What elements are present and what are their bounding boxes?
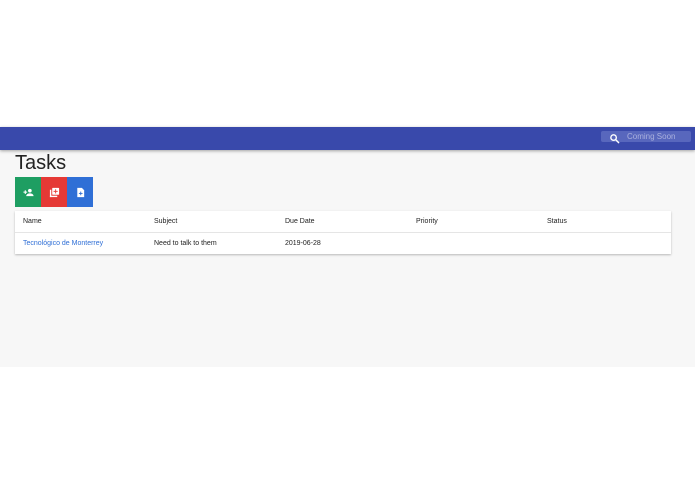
column-header-due-date[interactable]: Due Date bbox=[285, 211, 315, 232]
column-header-subject[interactable]: Subject bbox=[154, 211, 177, 232]
search-icon[interactable] bbox=[609, 131, 621, 144]
search-input[interactable] bbox=[627, 131, 689, 142]
add-document-button[interactable] bbox=[67, 177, 93, 207]
task-subject: Need to talk to them bbox=[154, 240, 217, 247]
top-app-bar bbox=[0, 127, 695, 150]
add-to-library-icon bbox=[49, 187, 59, 197]
page-title: Tasks bbox=[15, 152, 67, 174]
tasks-table: Name Subject Due Date Priority Status Te… bbox=[15, 211, 671, 254]
action-toolbar bbox=[15, 177, 93, 207]
add-document-icon bbox=[76, 187, 84, 197]
add-to-library-button[interactable] bbox=[41, 177, 67, 207]
column-header-name[interactable]: Name bbox=[23, 211, 42, 232]
search-box[interactable] bbox=[601, 131, 691, 144]
app-container: Tasks bbox=[0, 127, 695, 367]
column-header-priority[interactable]: Priority bbox=[416, 211, 438, 232]
table-row[interactable]: Tecnológico de Monterrey Need to talk to… bbox=[15, 233, 671, 254]
add-user-icon bbox=[22, 188, 34, 196]
add-user-button[interactable] bbox=[15, 177, 41, 207]
column-header-status[interactable]: Status bbox=[547, 211, 567, 232]
task-due-date: 2019-06-28 bbox=[285, 240, 321, 247]
task-name-link[interactable]: Tecnológico de Monterrey bbox=[23, 233, 103, 254]
table-header-row: Name Subject Due Date Priority Status bbox=[15, 211, 671, 233]
